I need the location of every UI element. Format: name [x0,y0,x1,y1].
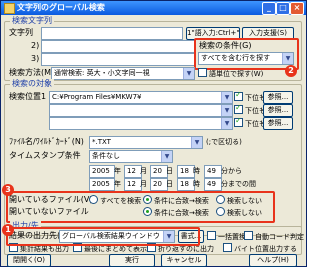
date1-year[interactable]: 2005 [89,165,115,178]
filename-note: (;で区切る) [206,138,242,146]
fold-label: 折り返すのに出力 [158,245,214,253]
cancel-button[interactable]: キャンセル [161,254,207,267]
location-select[interactable]: C:¥Program Files¥MKW7¥ ▼ [49,91,233,104]
callout-3: 3 [2,184,14,196]
unit-day: 日 [166,180,173,188]
auto-code-label: 自動コード判定 [255,233,304,241]
search-target-group-label: 検索の対象 [10,79,54,89]
unit-hour: 時 [193,180,200,188]
byte-pos-checkbox[interactable]: バイト位置出力する [223,243,297,254]
date2-suffix: 分までの間 [221,180,256,188]
date1-minute[interactable]: 49 [204,165,222,178]
bulk-replace-checkbox[interactable]: 一括置換 [207,231,246,242]
checkbox-box [234,116,243,127]
location-select-2[interactable]: ▼ [49,104,233,117]
checkbox-box [207,231,216,240]
auto-code-checkbox[interactable]: 自動コード判定 [244,231,304,242]
search-string-2-input[interactable] [41,40,195,53]
highlight-open-files [6,191,275,223]
timestamp-label: タイムスタンプ条件 [9,151,81,160]
app-icon [4,3,15,14]
search-string-3-input[interactable] [41,53,195,66]
date2-year[interactable]: 2005 [89,178,115,191]
method-select-value: 通常検索: 英大・小文字同一視 [54,69,150,77]
search-string-1-input[interactable] [41,27,183,40]
date2-minute[interactable]: 49 [204,178,222,191]
chevron-down-icon: ▼ [221,105,232,116]
open-button[interactable]: 閉開く(O) [7,254,51,267]
word-unit-label: 語単位で探す(W) [209,70,264,78]
subfolder-checkbox-1[interactable]: 下位も [234,90,266,103]
callout-2: 2 [285,65,297,77]
row3-number: 3) [31,54,40,63]
chevron-down-icon: ▼ [183,68,194,79]
close-button[interactable]: × [290,2,304,15]
browse-button-1[interactable]: 参照... [263,91,293,104]
subfolder-checkbox-3[interactable]: 下位も [234,116,266,129]
unit-month: 月 [140,167,147,175]
location-label: 検索位置1 [9,92,47,101]
subfolder-checkbox-2[interactable]: 下位も [234,103,266,116]
browse-button-3[interactable]: 参照... [263,117,293,130]
string-label: 文字列 [9,28,33,37]
timestamp-select[interactable]: 条件なし ▼ [89,150,173,163]
help-button[interactable]: ヘルプ(H) [249,254,297,267]
filename-select-value: *.TXT [92,138,111,146]
chevron-down-icon: ▼ [221,92,232,103]
unit-day: 日 [166,167,173,175]
checkbox-box [223,243,232,252]
checkbox-box [198,68,207,77]
method-select[interactable]: 通常検索: 英大・小文字同一視 ▼ [51,67,195,80]
title-bar[interactable]: 文字列のグローバル検索 _ □ × [1,1,306,15]
filename-label: ﾌｧｲﾙ名/ﾜｲﾙﾄﾞｶｰﾄﾞ(N) [9,137,84,146]
last-write-label: 最後にまとめて表示 [84,245,147,253]
chevron-down-icon: ▼ [191,137,202,148]
date1-suffix: 分から [221,167,242,175]
location-select-3[interactable]: ▼ [49,117,233,130]
global-search-dialog: 文字列のグローバル検索 _ □ × 検索文字列 文字列 1"語入力:Ctrl+"… [0,0,307,267]
browse-button-2[interactable]: 参照... [263,104,293,117]
callout-1: 1 [2,224,14,236]
unit-year: 年 [114,167,121,175]
checkbox-box [244,231,253,240]
minimize-button[interactable]: _ [262,2,276,15]
bulk-replace-label: 一括置換 [218,233,246,241]
row2-number: 2) [31,41,40,50]
location-select-value: C:¥Program Files¥MKW7¥ [52,93,142,101]
method-label: 検索方法(M) [9,68,55,77]
run-button[interactable]: 実行 [109,254,155,267]
checkbox-box [234,103,243,114]
summary-label: 集計結果も出力 [20,245,69,253]
unit-hour: 時 [193,167,200,175]
chevron-down-icon: ▼ [221,118,232,129]
highlight-condition [194,38,299,70]
chevron-down-icon: ▼ [161,151,172,162]
filename-select[interactable]: *.TXT ▼ [89,136,203,149]
window-title: 文字列のグローバル検索 [17,3,105,12]
word-unit-checkbox[interactable]: 語単位で探す(W) [198,68,263,79]
search-string-group-label: 検索文字列 [10,16,54,26]
unit-year: 年 [114,180,121,188]
byte-pos-label: バイト位置出力する [234,245,297,253]
timestamp-select-value: 条件なし [92,152,120,160]
unit-month: 月 [140,180,147,188]
checkbox-box [234,90,243,101]
maximize-button[interactable]: □ [276,2,290,15]
highlight-output-dest [6,227,200,246]
